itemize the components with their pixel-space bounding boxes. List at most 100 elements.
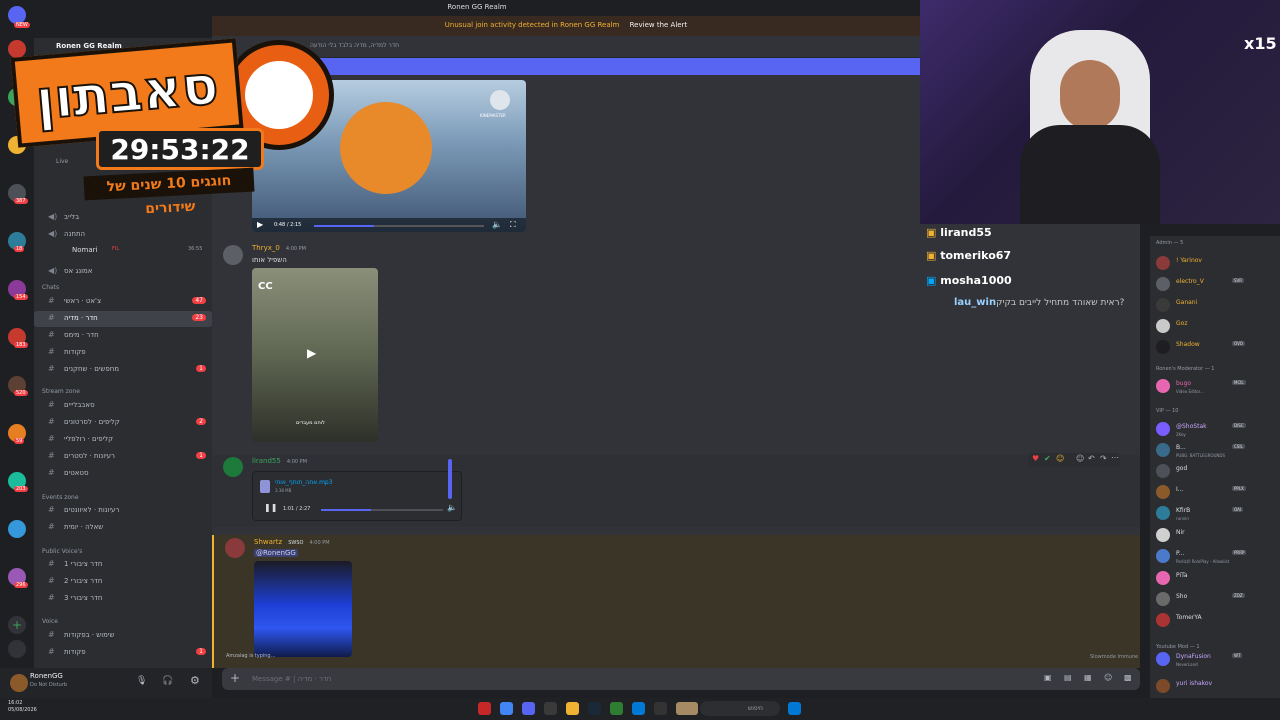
chrome-icon[interactable] [500,702,513,715]
message-author[interactable]: lirand55 4:00 PM [252,457,307,465]
author-name[interactable]: Shwartz [254,538,282,546]
channel-item[interactable]: # סאבבלייים [34,398,212,414]
edge-icon[interactable] [632,702,645,715]
channel-item[interactable]: # חדר ציבורי 3 [34,591,212,607]
author-name[interactable]: lirand55 [252,457,281,465]
member-item[interactable]: P... PRRP Parliz(ll RolePlay - Allowlist [1156,547,1280,567]
channel-item[interactable]: # מחפשים · שחקנים 1 [34,362,212,378]
fullscreen-icon[interactable]: ⛶ [510,220,516,230]
member-item[interactable]: B... CSIL PUBG: BATTLEGROUNDS [1156,441,1280,461]
member-item[interactable]: bugo MCIL Video Editor... [1156,377,1280,397]
sticker-icon[interactable]: ▦ [1084,673,1092,682]
image-attachment[interactable] [254,561,352,657]
channel-item[interactable]: # קליפים · לסרטונים 2 [34,415,212,431]
gif-icon[interactable]: ▤ [1064,673,1072,682]
channel-item[interactable]: # פקודות 1 [34,645,212,661]
member-item[interactable]: Shadow OVO [1156,338,1280,358]
member-item[interactable]: KfirB OAI runnin [1156,504,1280,524]
member-item[interactable]: electro_V SVR [1156,275,1280,295]
check-reaction-icon[interactable]: ✔ [1044,454,1051,463]
headphones-icon[interactable]: 🎧 [162,676,173,686]
channel-item[interactable]: # קליפים · רולפליי [34,432,212,448]
member-item[interactable]: god [1156,462,1280,482]
channel-item[interactable]: # רעיונות · לסטרים 1 [34,449,212,465]
category-header[interactable]: Chats [42,284,59,291]
app-icon[interactable] [544,702,557,715]
message-author[interactable]: Shwartz SWSO 4:00 PM [254,538,330,546]
heart-reaction-icon[interactable]: ♥ [1032,454,1039,463]
channel-item[interactable]: ◀) אמונג אס [34,264,212,280]
apps-icon[interactable]: ▩ [1124,673,1132,682]
member-item[interactable]: @ShoStak DISC 2Key [1156,420,1280,440]
voice-user[interactable]: Nomari FIL 36:55 [34,243,212,259]
mention[interactable]: @RonenGG [254,549,298,557]
category-header[interactable]: Voice [42,618,58,625]
channel-item[interactable]: # רעיונות · לאיוונטים [34,503,212,519]
channel-item[interactable]: # חדר ציבורי 2 [34,574,212,590]
emoji-picker-icon[interactable]: ☺ [1104,673,1112,682]
channel-item[interactable]: # שאלה · יומית [34,520,212,536]
volume-slider[interactable] [448,459,452,499]
review-alert-link[interactable]: Review the Alert [630,21,688,29]
pause-icon[interactable]: ❚❚ [264,503,277,512]
channel-item[interactable]: # פקודות [34,345,212,361]
channel-item[interactable]: # חדר · מימס [34,328,212,344]
message-author[interactable]: Thryx_0 4:00 PM [252,244,306,252]
play-icon[interactable]: ▶ [257,220,263,229]
category-header[interactable]: Public Voice's [42,548,82,555]
channel-item[interactable]: ◀) התחנה [34,227,212,243]
app-icon[interactable] [478,702,491,715]
microphone-icon[interactable]: 🎙 [136,676,147,686]
member-item[interactable]: Ganani [1156,296,1280,316]
member-item[interactable]: PiTa [1156,569,1280,589]
member-item[interactable]: TomerYA [1156,611,1280,631]
member-item[interactable]: ! Yarinov [1156,254,1280,274]
avatar[interactable] [225,538,245,558]
avatar[interactable] [223,245,243,265]
member-item[interactable]: yuri ishakov [1156,677,1280,697]
settings-gear-icon[interactable]: ⚙ [190,674,200,687]
channel-item[interactable]: # חדר · מדיה 23 [34,311,212,327]
volume-icon[interactable]: 🔈 [492,220,502,229]
discord-icon[interactable] [522,702,535,715]
channel-item[interactable]: # חדר ציבורי 1 [34,557,212,573]
app-icon[interactable] [676,702,698,715]
emoji-reaction-icon[interactable]: ☺ [1056,454,1064,463]
reply-icon[interactable]: ↶ [1088,454,1095,463]
volume-icon[interactable]: 🔈 [447,503,457,512]
steam-icon[interactable] [588,702,601,715]
category-header[interactable]: Stream zone [42,388,80,395]
avatar[interactable] [10,674,28,692]
taskbar-search[interactable]: חיפוש [700,701,780,716]
server-icon[interactable] [8,520,26,538]
member-item[interactable]: Nir [1156,526,1280,546]
avatar[interactable] [223,457,243,477]
play-icon[interactable]: ▶ [307,346,316,360]
member-item[interactable]: I... PPLX [1156,483,1280,503]
video-seek-bar[interactable] [314,225,484,227]
audio-seek-bar[interactable] [321,509,443,511]
member-item[interactable]: Goz [1156,317,1280,337]
gift-icon[interactable]: ▣ [1044,673,1052,682]
channel-item[interactable]: # סטאטים [34,466,212,482]
category-header[interactable]: Events zone [42,494,79,501]
discover-icon[interactable] [8,640,26,658]
folder-icon[interactable] [566,702,579,715]
more-icon[interactable]: ⋯ [1111,453,1119,462]
channel-item[interactable]: # צ'אט · ראשי 47 [34,294,212,310]
member-item[interactable]: DynaFusion WT NeverLand [1156,650,1280,670]
windows-start-icon[interactable] [788,702,801,715]
member-item[interactable]: Sho ZOZ [1156,590,1280,610]
message-composer[interactable]: + Message # | חדר · מדיה ▣ ▤ ▦ ☺ ▩ [222,668,1140,690]
app-icon[interactable] [610,702,623,715]
user-name[interactable]: RonenGG [30,672,63,680]
add-reaction-icon[interactable]: ☺ [1076,454,1084,463]
app-icon[interactable] [654,702,667,715]
attach-plus-icon[interactable]: + [230,671,240,685]
file-name[interactable]: אתה_תותף_אותי.mp3 [275,479,333,486]
add-server-icon[interactable]: + [8,616,26,634]
video-attachment[interactable]: CC ▶ לוחם מעבדים [252,268,378,442]
forward-icon[interactable]: ↷ [1100,454,1107,463]
author-name[interactable]: Thryx_0 [252,244,280,252]
channel-item[interactable]: # שימוש · בפקודות [34,628,212,644]
